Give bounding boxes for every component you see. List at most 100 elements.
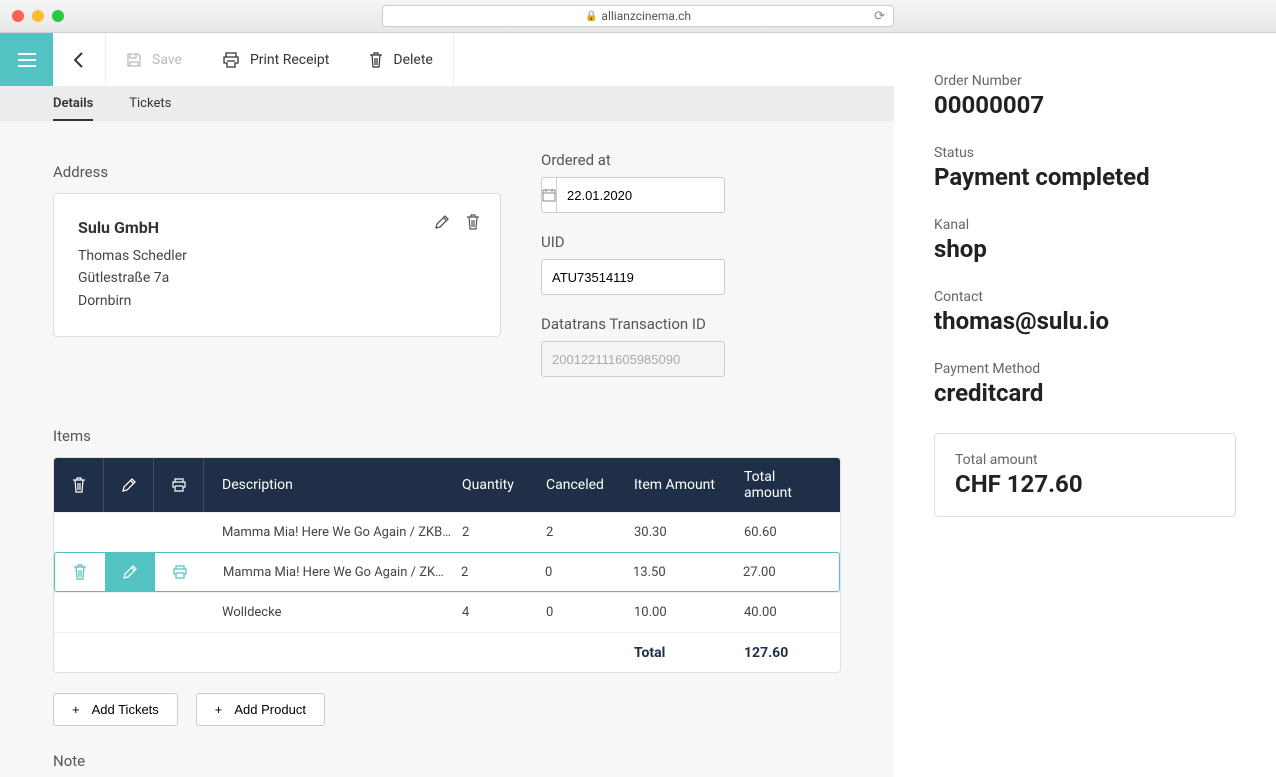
- order-number-label: Order Number: [934, 73, 1236, 89]
- items-label: Items: [53, 427, 841, 445]
- items-table: Description Quantity Canceled Item Amoun…: [53, 457, 841, 673]
- trash-icon: [369, 52, 383, 68]
- add-product-button[interactable]: + Add Product: [196, 693, 325, 726]
- tab-tickets[interactable]: Tickets: [129, 96, 171, 111]
- address-company: Sulu GmbH: [78, 218, 476, 237]
- save-label: Save: [152, 52, 182, 68]
- row-trash-icon[interactable]: [55, 553, 105, 591]
- row-trash-icon[interactable]: [54, 513, 104, 552]
- table-row[interactable]: Mamma Mia! Here We Go Again / ZKB Lodge …: [54, 512, 840, 552]
- header-trash-icon[interactable]: [54, 458, 104, 512]
- row-item-amount: 30.30: [634, 525, 744, 540]
- lock-icon: 🔒: [585, 11, 597, 22]
- status-label: Status: [934, 145, 1236, 161]
- items-header: Description Quantity Canceled Item Amoun…: [54, 458, 840, 512]
- delete-address-icon[interactable]: [466, 214, 480, 230]
- table-row[interactable]: Mamma Mia! Here We Go Again / ZKB Lodge …: [54, 552, 840, 592]
- row-trash-icon[interactable]: [54, 593, 104, 632]
- payment-method-value: creditcard: [934, 379, 1236, 407]
- url-bar[interactable]: 🔒 allianzcinema.ch ⟳: [382, 5, 894, 27]
- ordered-at-label: Ordered at: [541, 151, 841, 169]
- uid-label: UID: [541, 233, 841, 251]
- col-description: Description: [204, 477, 462, 493]
- total-label: Total: [634, 645, 744, 661]
- row-description: Mamma Mia! Here We Go Again / ZKB Lodge …: [205, 565, 461, 580]
- address-name: Thomas Schedler: [78, 245, 476, 267]
- address-label: Address: [53, 163, 501, 181]
- row-canceled: 0: [546, 605, 634, 620]
- browser-chrome: 🔒 allianzcinema.ch ⟳: [0, 0, 1276, 33]
- plus-icon: +: [215, 702, 223, 717]
- uid-input[interactable]: [541, 259, 725, 295]
- traffic-lights: [12, 10, 64, 22]
- add-tickets-button[interactable]: + Add Tickets: [53, 693, 178, 726]
- col-canceled: Canceled: [546, 477, 634, 493]
- row-total-amount: 60.60: [744, 525, 840, 540]
- delete-button[interactable]: Delete: [349, 33, 452, 86]
- row-quantity: 2: [461, 565, 545, 580]
- row-item-amount: 10.00: [634, 605, 744, 620]
- row-edit-icon[interactable]: [105, 553, 155, 591]
- contact-label: Contact: [934, 289, 1236, 305]
- col-total-amount: Total amount: [744, 469, 840, 501]
- total-amount-value: CHF 127.60: [955, 470, 1215, 498]
- ordered-at-field[interactable]: [541, 177, 725, 213]
- chevron-left-icon: [74, 52, 84, 68]
- row-edit-icon[interactable]: [104, 513, 154, 552]
- row-total-amount: 40.00: [744, 605, 840, 620]
- row-item-amount: 13.50: [633, 565, 743, 580]
- address-card: Sulu GmbH Thomas Schedler Gütlestraße 7a…: [53, 193, 501, 337]
- calendar-icon[interactable]: [542, 178, 557, 212]
- add-product-label: Add Product: [234, 702, 306, 717]
- save-icon: [126, 52, 142, 68]
- edit-address-icon[interactable]: [434, 214, 450, 230]
- kanal-value: shop: [934, 235, 1236, 263]
- url-text: allianzcinema.ch: [601, 9, 691, 23]
- header-print-icon[interactable]: [154, 458, 204, 512]
- refresh-icon[interactable]: ⟳: [874, 9, 885, 24]
- content-area: Address Sulu GmbH Thomas Schedler: [0, 121, 894, 777]
- datatrans-label: Datatrans Transaction ID: [541, 315, 841, 333]
- address-city: Dornbirn: [78, 290, 476, 312]
- print-icon: [222, 52, 240, 68]
- row-print-icon[interactable]: [155, 553, 205, 591]
- total-box: Total amount CHF 127.60: [934, 433, 1236, 517]
- note-label: Note: [53, 752, 841, 770]
- plus-icon: +: [72, 702, 80, 717]
- add-tickets-label: Add Tickets: [92, 702, 159, 717]
- row-canceled: 0: [545, 565, 633, 580]
- status-value: Payment completed: [934, 163, 1236, 191]
- total-value: 127.60: [744, 645, 840, 661]
- row-edit-icon[interactable]: [104, 593, 154, 632]
- row-print-icon[interactable]: [154, 593, 204, 632]
- row-description: Wolldecke: [204, 605, 462, 620]
- kanal-label: Kanal: [934, 217, 1236, 233]
- contact-value: thomas@sulu.io: [934, 307, 1236, 335]
- address-street: Gütlestraße 7a: [78, 267, 476, 289]
- table-row[interactable]: Wolldecke4010.0040.00: [54, 592, 840, 632]
- hamburger-icon: [18, 53, 36, 67]
- close-window-icon[interactable]: [12, 10, 24, 22]
- datatrans-input: [541, 341, 725, 377]
- row-canceled: 2: [546, 525, 634, 540]
- toolbar: Save Print Receipt Delete: [0, 33, 894, 86]
- delete-label: Delete: [393, 52, 432, 68]
- back-button[interactable]: [53, 33, 106, 86]
- ordered-at-input[interactable]: [557, 178, 725, 212]
- row-description: Mamma Mia! Here We Go Again / ZKB Lodge …: [204, 525, 462, 540]
- items-total-row: Total 127.60: [54, 632, 840, 672]
- maximize-window-icon[interactable]: [52, 10, 64, 22]
- print-label: Print Receipt: [250, 52, 329, 68]
- menu-button[interactable]: [0, 33, 53, 86]
- tabs: Details Tickets: [0, 86, 894, 121]
- col-item-amount: Item Amount: [634, 477, 744, 493]
- total-amount-label: Total amount: [955, 452, 1215, 468]
- header-edit-icon[interactable]: [104, 458, 154, 512]
- row-quantity: 2: [462, 525, 546, 540]
- row-total-amount: 27.00: [743, 565, 839, 580]
- minimize-window-icon[interactable]: [32, 10, 44, 22]
- row-print-icon[interactable]: [154, 513, 204, 552]
- print-receipt-button[interactable]: Print Receipt: [202, 33, 349, 86]
- tab-details[interactable]: Details: [53, 96, 93, 111]
- row-quantity: 4: [462, 605, 546, 620]
